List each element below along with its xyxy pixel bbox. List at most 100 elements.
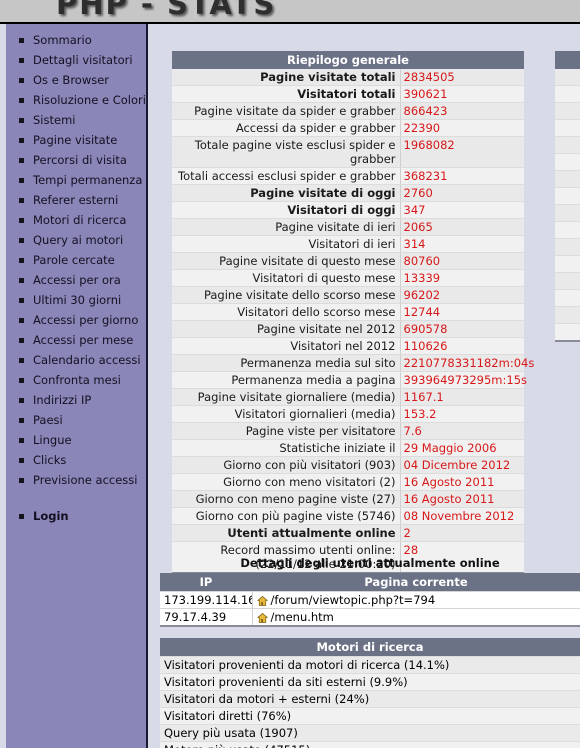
table-row: Visitatori diretti (76%) <box>160 707 580 725</box>
bullet-icon <box>19 257 24 263</box>
summary-row-label: Utenti attualmente online <box>172 524 400 542</box>
sidebar-item-login[interactable]: Login <box>6 506 146 526</box>
table-row <box>555 204 580 222</box>
page-body: Sommario Dettagli visitatori Os e Browser R… <box>0 24 580 748</box>
sidebar-item-dettagli-visitatori[interactable]: Dettagli visitatori <box>6 50 146 70</box>
table-row: Pagine viste per visitatore 7.6 <box>172 422 525 440</box>
table-row: dov <box>555 187 580 205</box>
summary-row-label: Visitatori giornalieri (media) <box>172 405 400 423</box>
bullet-icon <box>19 337 24 343</box>
online-row-page[interactable]: /menu.htm <box>271 610 334 624</box>
table-row: Totale pagine viste esclusi spider e gra… <box>172 136 525 168</box>
sidebar-item-risoluzione-e-colori[interactable]: Risoluzione e Colori <box>6 90 146 110</box>
sidebar-item-sommario[interactable]: Sommario <box>6 30 146 50</box>
sidebar-item-percorsi-di-visita[interactable]: Percorsi di visita <box>6 150 146 170</box>
sidebar-item-accessi-per-mese[interactable]: Accessi per mese <box>6 330 146 350</box>
summary-row-value: 390621 <box>399 85 525 103</box>
bullet-icon <box>19 477 24 483</box>
sidebar-item-clicks[interactable]: Clicks <box>6 450 146 470</box>
bullet-icon <box>19 57 24 63</box>
table-row <box>555 238 580 256</box>
sidebar-item-confronta-mesi[interactable]: Confronta mesi <box>6 370 146 390</box>
secondary-table-header: T <box>555 51 580 69</box>
summary-row-value: 2834505 <box>399 69 525 86</box>
sidebar-item-lingue[interactable]: Lingue <box>6 430 146 450</box>
sidebar-item-paesi[interactable]: Paesi <box>6 410 146 430</box>
sidebar-item-calendario-accessi[interactable]: Calendario accessi <box>6 350 146 370</box>
sidebar-item-previsione-accessi[interactable]: Previsione accessi <box>6 470 146 490</box>
sidebar-item-sistemi[interactable]: Sistemi <box>6 110 146 130</box>
table-row: Pagine visitate nel 2012 690578 <box>172 320 525 338</box>
sidebar-item-motori-di-ricerca[interactable]: Motori di ricerca <box>6 210 146 230</box>
summary-row-label: Pagine viste per visitatore <box>172 422 400 440</box>
sidebar-item-indirizzi-ip[interactable]: Indirizzi IP <box>6 390 146 410</box>
table-row: Utenti attualmente online 2 <box>172 524 525 542</box>
table-row: Pagine visitate totali 2834505 <box>172 69 525 86</box>
bullet-icon <box>19 457 24 463</box>
secondary-row-label <box>555 289 580 307</box>
summary-row-label: Pagine visitate di oggi <box>172 184 400 202</box>
table-row: 79.17.4.39/menu.htm <box>160 608 580 627</box>
online-row-page[interactable]: /forum/viewtopic.php?t=794 <box>271 593 436 607</box>
summary-row-value: 29 Maggio 2006 <box>399 439 525 457</box>
bullet-icon <box>19 377 24 383</box>
summary-row-label: Pagine visitate nel 2012 <box>172 320 400 338</box>
sidebar-item-label: Os e Browser <box>33 73 110 87</box>
sidebar-item-query-ai-motori[interactable]: Query ai motori <box>6 230 146 250</box>
sidebar-item-label: Pagine visitate <box>33 133 118 147</box>
sidebar-item-label: Lingue <box>33 433 72 447</box>
table-row: c <box>555 119 580 137</box>
summary-row-label: Statistiche iniziate il <box>172 439 400 457</box>
bullet-icon <box>19 397 24 403</box>
online-users-table-header: IP Pagina corrente <box>160 573 580 592</box>
sidebar-item-referer-esterni[interactable]: Referer esterni <box>6 190 146 210</box>
table-row: Visitatori dello scorso mese 12744 <box>172 303 525 321</box>
table-row: Totali accessi esclusi spider e grabber 3… <box>172 167 525 185</box>
sidebar-item-tempi-permanenza[interactable]: Tempi permanenza <box>6 170 146 190</box>
bullet-icon <box>19 97 24 103</box>
summary-row-value: 110626 <box>399 337 525 355</box>
app-banner: PHP - STATS <box>0 0 580 24</box>
summary-row-label: Totali accessi esclusi spider e grabber <box>172 167 400 185</box>
online-users-section: Dettagli degli utenti attualmente online… <box>160 556 580 627</box>
table-row: Pagine visitate dello scorso mese 96202 <box>172 286 525 304</box>
summary-row-value: 04 Dicembre 2012 <box>399 456 525 474</box>
summary-row-label: Pagine visitate di questo mese <box>172 252 400 270</box>
table-row <box>555 153 580 171</box>
secondary-title: T <box>555 51 580 69</box>
summary-row-label: Pagine visitate dello scorso mese <box>172 286 400 304</box>
summary-row-value: 393964973295m:15s <box>399 371 527 389</box>
table-row: Visitatori provenienti da siti esterni (… <box>160 673 580 691</box>
online-users-title: Dettagli degli utenti attualmente online <box>240 556 500 570</box>
bullet-icon <box>19 317 24 323</box>
sidebar-item-label: Accessi per mese <box>33 333 134 347</box>
summary-row-label: Giorno con più visitatori (903) <box>172 456 400 474</box>
online-row-ip: 173.199.114.163 <box>160 591 253 609</box>
sidebar-item-label: Risoluzione e Colori <box>33 93 146 107</box>
summary-row-value: 12744 <box>399 303 525 321</box>
bullet-icon <box>19 297 24 303</box>
table-row: Accessi da spider e grabber 22390 <box>172 119 525 137</box>
summary-table: Riepilogo generale Pagine visitate total… <box>172 51 534 574</box>
summary-row-label: Visitatori di oggi <box>172 201 400 219</box>
sidebar-item-ultimi-30-giorni[interactable]: Ultimi 30 giorni <box>6 290 146 310</box>
sidebar-item-label: Tempi permanenza <box>33 173 143 187</box>
sidebar-item-label: Sommario <box>33 33 92 47</box>
sidebar-item-accessi-per-ora[interactable]: Accessi per ora <box>6 270 146 290</box>
sidebar-item-label: Referer esterni <box>33 193 119 207</box>
summary-row-label: Giorno con meno visitatori (2) <box>172 473 400 491</box>
table-row: 173.199.114.163/forum/viewtopic.php?t=79… <box>160 591 580 609</box>
summary-row-value: 2210778331182m:04s <box>399 354 534 372</box>
sidebar-item-parole-cercate[interactable]: Parole cercate <box>6 250 146 270</box>
summary-row-label: Totale pagine viste esclusi spider e gra… <box>172 136 400 168</box>
table-row: Giorno con meno visitatori (2) 16 Agosto … <box>172 473 525 491</box>
sidebar-item-os-e-browser[interactable]: Os e Browser <box>6 70 146 90</box>
table-row <box>555 136 580 154</box>
sidebar-item-accessi-per-giorno[interactable]: Accessi per giorno <box>6 310 146 330</box>
table-row: Giorno con più pagine viste (5746) 08 Nov… <box>172 507 525 525</box>
table-row <box>555 102 580 120</box>
secondary-row-label <box>555 204 580 222</box>
sidebar-item-pagine-visitate[interactable]: Pagine visitate <box>6 130 146 150</box>
summary-row-label: Pagine visitate da spider e grabber <box>172 102 400 120</box>
table-row <box>555 323 580 342</box>
